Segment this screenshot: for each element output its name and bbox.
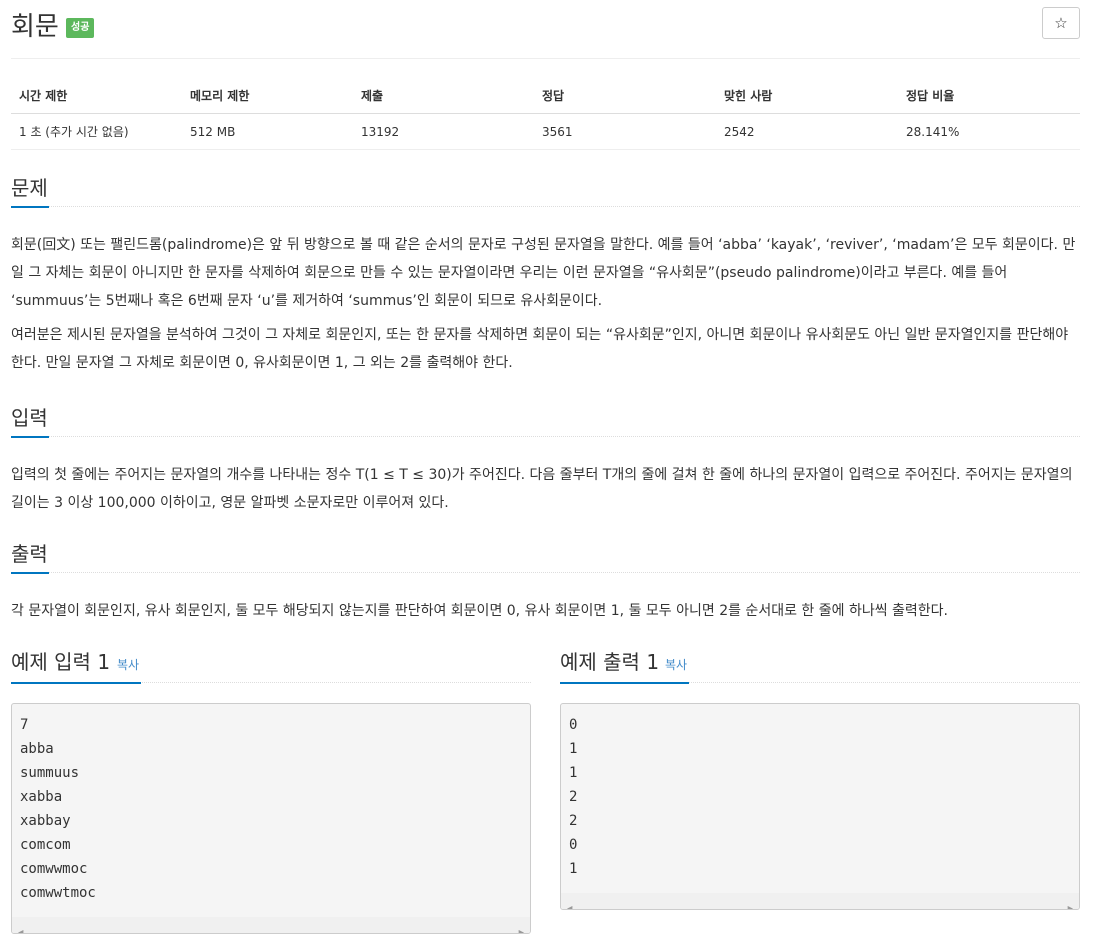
- example-input-line: summuus: [20, 765, 80, 781]
- example-input-line: comcom: [20, 837, 71, 853]
- section-title: 예제 출력 1: [560, 650, 660, 674]
- example-input-line: comwwtmoc: [20, 885, 96, 901]
- example-input-line: abba: [20, 741, 54, 757]
- section-title: 문제: [11, 176, 48, 200]
- problem-description-section: 문제 회문(回文) 또는 팰린드롬(palindrome)은 앞 뒤 방향으로 …: [11, 170, 1080, 377]
- input-section: 입력 입력의 첫 줄에는 주어지는 문자열의 개수를 나타내는 정수 T(1 ≤…: [11, 400, 1080, 517]
- example-output-line: 0: [569, 837, 578, 853]
- example-output-line: 0: [569, 717, 578, 733]
- section-underline: [11, 206, 49, 208]
- header-solved-users: 맞힌 사람: [716, 78, 898, 114]
- header-submissions: 제출: [353, 78, 534, 114]
- scroll-left-icon[interactable]: ◀: [18, 921, 23, 933]
- section-underline: [560, 682, 689, 684]
- example-input-line: 7: [20, 717, 29, 733]
- section-title: 출력: [11, 542, 48, 566]
- horizontal-scrollbar[interactable]: ◀ ▶: [561, 893, 1079, 909]
- example-output-line: 1: [569, 741, 578, 757]
- value-accept-ratio: 28.141%: [898, 113, 1080, 150]
- example-output-line: 1: [569, 765, 578, 781]
- copy-button[interactable]: 복사: [117, 656, 139, 673]
- output-paragraph: 각 문자열이 회문인지, 유사 회문인지, 둘 모두 해당되지 않는지를 판단하…: [11, 603, 949, 619]
- description-paragraph-1: 회문(回文) 또는 팰린드롬(palindrome)은 앞 뒤 방향으로 볼 때…: [11, 237, 1076, 309]
- input-paragraph: 입력의 첫 줄에는 주어지는 문자열의 개수를 나타내는 정수 T(1 ≤ T …: [11, 467, 1073, 511]
- header-memory-limit: 메모리 제한: [182, 78, 353, 114]
- example-input-lines: 7 abba summuus xabba xabbay comcom comwwmoc com…: [12, 704, 530, 905]
- problem-info-table: 시간 제한 메모리 제한 제출 정답 맞힌 사람 정답 비율 1 초 (추가 시…: [11, 78, 1080, 150]
- value-accepted: 3561: [534, 113, 716, 150]
- example-output-section: 예제 출력 1 복사: [560, 640, 1080, 684]
- problem-page: 회문 성공 ☆ 시간 제한 메모리 제한 제출 정답 맞힌 사람 정답 비율 1…: [11, 0, 1080, 934]
- header-time-limit: 시간 제한: [11, 78, 182, 114]
- example-input-line: xabbay: [20, 813, 71, 829]
- description-paragraph-2: 여러분은 제시된 문자열을 분석하여 그것이 그 자체로 회문인지, 또는 한 …: [11, 327, 1069, 371]
- horizontal-scrollbar[interactable]: ◀ ▶: [12, 917, 530, 933]
- section-header: 예제 출력 1 복사: [560, 640, 1080, 684]
- title-row: 회문 성공 ☆: [11, 0, 1080, 59]
- section-header: 예제 입력 1 복사: [11, 640, 531, 684]
- header-accept-ratio: 정답 비율: [898, 78, 1080, 114]
- info-value-row: 1 초 (추가 시간 없음) 512 MB 13192 3561 2542 28…: [11, 113, 1080, 150]
- section-title: 입력: [11, 406, 48, 430]
- copy-button[interactable]: 복사: [665, 656, 687, 673]
- example-input-line: xabba: [20, 789, 63, 805]
- example-output-line: 1: [569, 861, 578, 877]
- section-underline: [11, 572, 49, 574]
- section-header: 문제: [11, 170, 1080, 208]
- status-badge: 성공: [66, 18, 95, 38]
- section-header: 출력: [11, 536, 1080, 574]
- section-header: 입력: [11, 400, 1080, 438]
- problem-title: 회문: [11, 12, 59, 42]
- example-output-lines: 0 1 1 2 2 0 1: [561, 704, 1079, 881]
- example-input-section: 예제 입력 1 복사: [11, 640, 531, 684]
- value-memory-limit: 512 MB: [182, 113, 353, 150]
- scroll-right-icon[interactable]: ▶: [519, 921, 524, 933]
- value-time-limit: 1 초 (추가 시간 없음): [11, 113, 182, 150]
- scroll-right-icon[interactable]: ▶: [1068, 897, 1073, 909]
- example-input-box[interactable]: 7 abba summuus xabba xabbay comcom comwwmoc com…: [11, 703, 531, 934]
- info-header-row: 시간 제한 메모리 제한 제출 정답 맞힌 사람 정답 비율: [11, 78, 1080, 114]
- example-input-line: comwwmoc: [20, 861, 88, 877]
- value-submissions: 13192: [353, 113, 534, 150]
- example-output-box[interactable]: 0 1 1 2 2 0 1 ◀ ▶: [560, 703, 1080, 910]
- example-output-line: 2: [569, 789, 578, 805]
- header-accepted: 정답: [534, 78, 716, 114]
- output-section: 출력 각 문자열이 회문인지, 유사 회문인지, 둘 모두 해당되지 않는지를 …: [11, 536, 1080, 625]
- value-solved-users: 2542: [716, 113, 898, 150]
- scroll-left-icon[interactable]: ◀: [567, 897, 572, 909]
- section-underline: [11, 436, 49, 438]
- example-output-line: 2: [569, 813, 578, 829]
- star-button[interactable]: ☆: [1042, 7, 1080, 39]
- star-icon: ☆: [1054, 14, 1068, 32]
- section-title: 예제 입력 1: [11, 650, 111, 674]
- section-underline: [11, 682, 141, 684]
